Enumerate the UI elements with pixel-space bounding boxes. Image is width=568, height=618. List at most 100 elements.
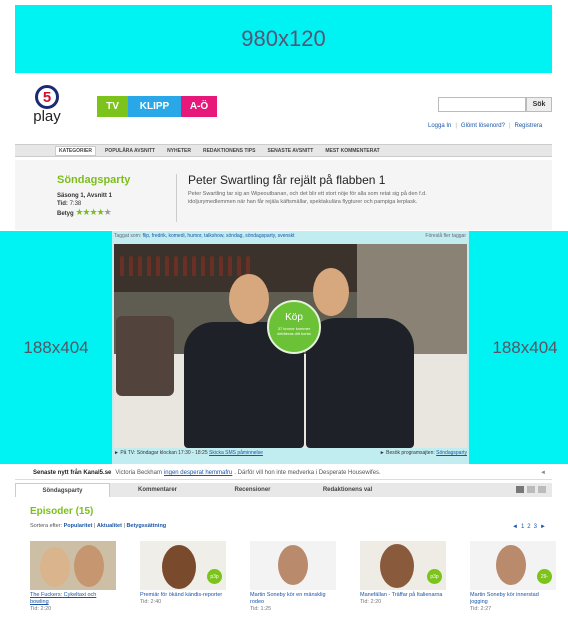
show-title[interactable]: Söndagsparty: [57, 174, 130, 186]
episode-caption[interactable]: The Fuckers: Cykeltaxi och bowling: [30, 592, 116, 606]
section-tabs: Söndagsparty Kommentarer Recensioner Red…: [15, 483, 552, 497]
suggest-tags-link[interactable]: Föreslå fler taggar: [425, 233, 466, 239]
episode-thumbnail[interactable]: [30, 541, 116, 590]
category-bar: KATEGORIER POPULÄRA AVSNITT NYHETER REDA…: [15, 144, 552, 157]
episode-time: Tid: 2:20: [360, 599, 382, 605]
video-player: Taggat som: flip, fredrik, komedi, humor…: [112, 231, 469, 464]
list-item[interactable]: Martin Soneby kör en mänsklig rodeo Tid:…: [250, 541, 336, 612]
register-link[interactable]: Registrera: [515, 123, 543, 129]
star-icon[interactable]: ★: [97, 207, 105, 217]
season-episode: Säsong 1, Avsnitt 1: [57, 193, 112, 199]
tags-label: Taggat som:: [114, 233, 142, 239]
list-item[interactable]: p3p Premiär för ökänd kändis-reporter Ti…: [140, 541, 226, 612]
rating-stars[interactable]: ★★★★★: [75, 207, 112, 217]
tab-tv[interactable]: TV: [97, 96, 128, 117]
star-empty-icon[interactable]: ★: [104, 207, 112, 217]
episode-thumbnail[interactable]: p3p: [360, 541, 446, 590]
tab-a-o[interactable]: A-Ö: [181, 96, 217, 117]
sort-row: Sortera efter: Popularitet | Aktualitet …: [30, 523, 167, 529]
cat-nyheter[interactable]: NYHETER: [164, 147, 194, 155]
compact-view-icon[interactable]: [538, 486, 546, 493]
forgot-password-link[interactable]: Glömt lösenord?: [461, 123, 505, 129]
cat-mest-kommenterat[interactable]: MEST KOMMENTERAT: [322, 147, 382, 155]
episode-time: Tid: 1:25: [250, 606, 272, 612]
sort-popularitet[interactable]: Popularitet: [64, 523, 93, 529]
left-ad-banner[interactable]: 188x404: [0, 231, 112, 464]
login-link[interactable]: Logga In: [428, 123, 451, 129]
cushion: [116, 316, 174, 396]
ad-size-label: 188x404: [492, 337, 558, 357]
video-frame[interactable]: Köp 37 kronor kommer debiteras ditt kont…: [114, 244, 467, 448]
ad-size-label: 188x404: [23, 337, 89, 357]
page-1[interactable]: 1: [521, 524, 524, 530]
sms-reminder-link[interactable]: Skicka SMS påminnelse: [209, 450, 263, 456]
episode-badge: p3p: [427, 569, 442, 584]
list-item[interactable]: The Fuckers: Cykeltaxi och bowling Tid: …: [30, 541, 116, 612]
episode-thumbnail[interactable]: p3p: [140, 541, 226, 590]
list-item[interactable]: 29- Martin Soneby kör innerstad jogging …: [470, 541, 556, 612]
grid-view-icon[interactable]: [516, 486, 524, 493]
cat-kategorier[interactable]: KATEGORIER: [55, 145, 96, 156]
tags-links[interactable]: flip, fredrik, komedi, humor, talkshow, …: [143, 233, 295, 239]
logo-circle: 5: [35, 85, 59, 109]
episode-caption[interactable]: Manefällan - Träffar på Italienarna: [360, 592, 446, 599]
list-view-icon[interactable]: [527, 486, 535, 493]
tab-redaktionens-val[interactable]: Redaktionens val: [300, 483, 395, 497]
cat-populara-avsnitt[interactable]: POPULÄRA AVSNITT: [102, 147, 158, 155]
search-button[interactable]: Sök: [526, 97, 552, 112]
tab-kommentarer[interactable]: Kommentarer: [110, 483, 205, 497]
cat-senaste-avsnitt[interactable]: SENASTE AVSNITT: [264, 147, 316, 155]
news-ticker: Senaste nytt från Kanal5.se Victoria Bec…: [15, 467, 552, 480]
sort-aktualitet[interactable]: Aktualitet: [97, 523, 122, 529]
user-links: Logga In | Glömt lösenord? | Registrera: [428, 123, 542, 129]
program-site-link[interactable]: Söndagsparty: [436, 450, 467, 456]
news-prefix: Victoria Beckham: [115, 470, 162, 476]
tab-sondagsparty[interactable]: Söndagsparty: [15, 483, 110, 497]
tv-schedule: ► På TV: Söndagar klockan 17:30 - 18:25: [114, 450, 208, 456]
cat-redaktionens-tips[interactable]: REDAKTIONENS TIPS: [200, 147, 259, 155]
next-page-icon[interactable]: ►: [540, 524, 546, 530]
bottles: [120, 256, 250, 276]
episodes-heading: Episoder (15): [30, 506, 94, 517]
episode-thumbnail[interactable]: [250, 541, 336, 590]
pagination: ◄ 1 2 3 ►: [512, 524, 546, 530]
search-input[interactable]: [438, 97, 526, 112]
rating-label: Betyg: [57, 211, 74, 217]
episode-title: Peter Swartling får rejält på flabben 1: [188, 173, 386, 187]
news-link[interactable]: ingen desperat hemmafru: [164, 470, 232, 476]
episode-time: Tid: 2:27: [470, 606, 492, 612]
link-separator: |: [455, 123, 457, 129]
episode-caption[interactable]: Martin Soneby kör en mänsklig rodeo: [250, 592, 336, 606]
buy-subtext: 37 kronor kommer debiteras ditt konto: [277, 326, 311, 336]
page-2[interactable]: 2: [527, 524, 530, 530]
episode-description: Peter Swartling tar sig an Wipeoutbanan,…: [188, 191, 427, 205]
info-divider: [176, 174, 177, 222]
star-icon[interactable]: ★: [90, 207, 98, 217]
player-footer: ► På TV: Söndagar klockan 17:30 - 18:25 …: [114, 450, 467, 456]
list-item[interactable]: p3p Manefällan - Träffar på Italienarna …: [360, 541, 446, 612]
link-separator: |: [508, 123, 511, 129]
news-label: Senaste nytt från Kanal5.se: [33, 470, 112, 476]
right-ad-banner[interactable]: 188x404: [469, 231, 568, 464]
episode-time: Tid: 2:20: [30, 606, 52, 612]
tab-recensioner[interactable]: Recensioner: [205, 483, 300, 497]
buy-button[interactable]: Köp 37 kronor kommer debiteras ditt kont…: [267, 300, 321, 354]
logo-text: play: [33, 108, 61, 125]
episode-caption[interactable]: Premiär för ökänd kändis-reporter: [140, 592, 226, 599]
sort-betyg[interactable]: Betygssättning: [126, 523, 166, 529]
star-icon[interactable]: ★: [82, 207, 90, 217]
episode-caption[interactable]: Martin Soneby kör innerstad jogging: [470, 592, 556, 606]
news-suffix: . Därför vill hon inte medverka i Desper…: [234, 470, 381, 476]
visit-label: ► Besök programsajten:: [379, 450, 435, 456]
page-3[interactable]: 3: [534, 524, 537, 530]
news-prev-icon[interactable]: ◄: [540, 470, 546, 476]
top-ad-banner[interactable]: 980x120: [15, 5, 552, 73]
host-left-head: [229, 274, 269, 324]
five-play-logo[interactable]: 5 play: [30, 85, 64, 124]
time-label: Tid:: [57, 201, 68, 207]
tags-line: Taggat som: flip, fredrik, komedi, humor…: [114, 233, 295, 239]
episode-list: The Fuckers: Cykeltaxi och bowling Tid: …: [30, 541, 556, 612]
episode-thumbnail[interactable]: 29-: [470, 541, 556, 590]
prev-page-icon[interactable]: ◄: [512, 524, 518, 530]
tab-klipp[interactable]: KLIPP: [128, 96, 181, 117]
